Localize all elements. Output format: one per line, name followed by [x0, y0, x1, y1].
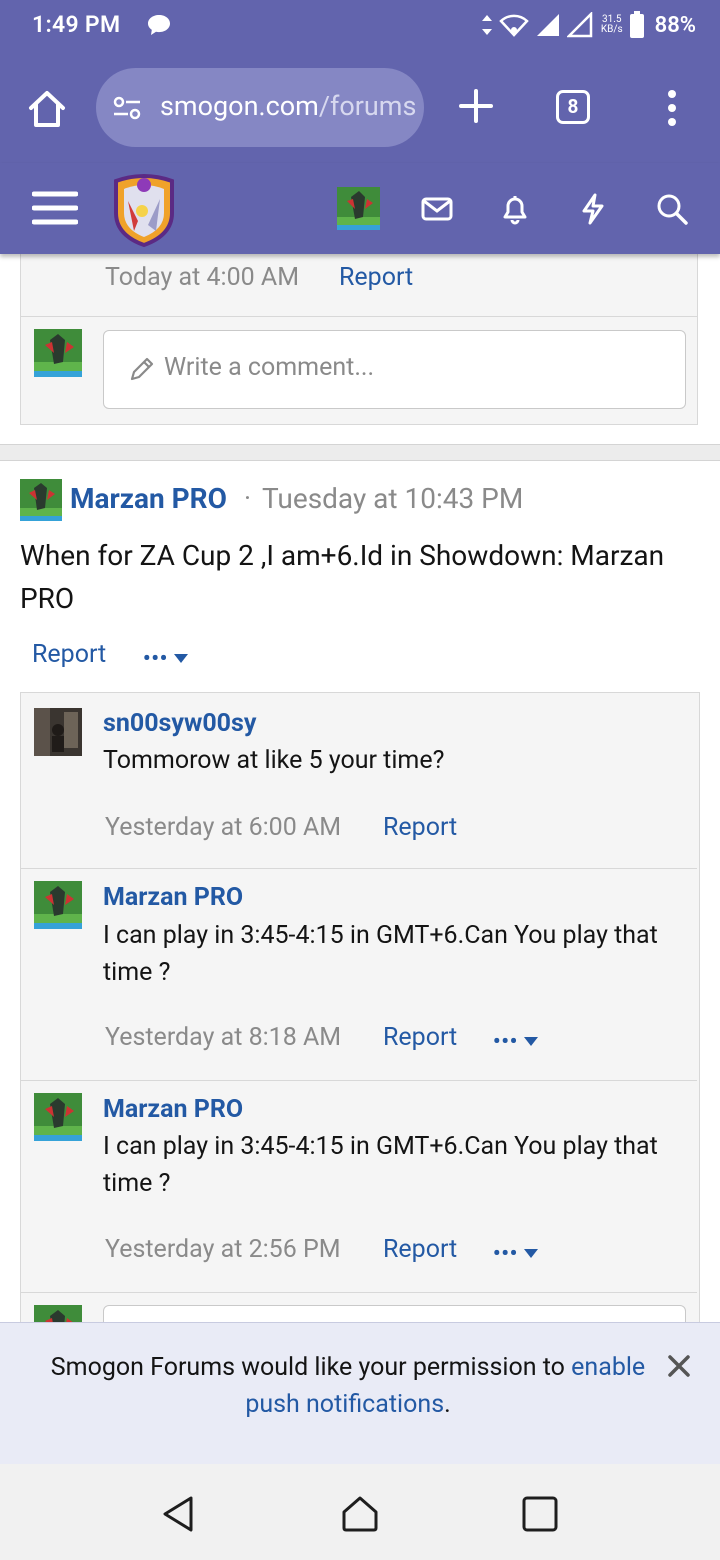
- post-more-menu[interactable]: •••: [143, 646, 189, 670]
- push-message: Smogon Forums would like your permission…: [50, 1353, 646, 1419]
- site-logo[interactable]: [108, 171, 180, 247]
- reply-report-link[interactable]: Report: [383, 813, 457, 842]
- post-report-link[interactable]: Report: [32, 640, 106, 669]
- wifi-icon: [499, 14, 529, 37]
- comment-avatar: [34, 1305, 82, 1322]
- back-icon[interactable]: [158, 1494, 198, 1534]
- post-author-avatar[interactable]: [20, 479, 62, 521]
- status-bar: 1:49 PM 31.5 KB/s 88%: [0, 0, 720, 50]
- browser-toolbar: smogon.com/forums 8: [0, 50, 720, 164]
- chevron-down-icon: [174, 653, 189, 663]
- home-nav-icon[interactable]: [340, 1494, 380, 1534]
- home-icon[interactable]: [26, 88, 68, 130]
- signal-2-icon: [566, 12, 593, 38]
- reply-comment-input[interactable]: [103, 1305, 686, 1322]
- reply-avatar[interactable]: [34, 881, 82, 929]
- post-body: When for ZA Cup 2 ,I am+6.Id in Showdown…: [20, 539, 665, 615]
- reply-more-menu[interactable]: •••: [493, 1241, 539, 1265]
- comment-timestamp: Today at 4:00 AM: [105, 263, 300, 292]
- reply-item: sn00syw00sy Tommorow at like 5 your time…: [21, 693, 699, 869]
- push-permission-banner: Smogon Forums would like your permission…: [0, 1322, 720, 1464]
- reply-more-menu[interactable]: •••: [493, 1029, 539, 1053]
- reply-report-link[interactable]: Report: [383, 1235, 457, 1264]
- address-bar[interactable]: smogon.com/forums: [96, 68, 424, 147]
- comment-avatar: [34, 329, 82, 377]
- tune-icon[interactable]: [112, 93, 142, 123]
- data-arrows-icon: [481, 15, 492, 35]
- system-nav-bar: [0, 1464, 720, 1560]
- reply-author[interactable]: Marzan PRO: [103, 883, 243, 912]
- reply-avatar[interactable]: [34, 1093, 82, 1141]
- post-timestamp[interactable]: Tuesday at 10:43 PM: [262, 482, 523, 515]
- bell-icon[interactable]: [498, 192, 532, 226]
- reply-timestamp: Yesterday at 8:18 AM: [105, 1023, 342, 1052]
- reply-timestamp: Yesterday at 2:56 PM: [105, 1235, 341, 1264]
- reply-item: Marzan PRO I can play in 3:45-4:15 in GM…: [21, 869, 699, 1081]
- chat-notification-icon: [148, 15, 170, 35]
- pencil-icon: [130, 357, 154, 381]
- battery-icon: [629, 11, 644, 38]
- page-content: Today at 4:00 AM Report Write a comment.…: [0, 254, 720, 1322]
- tab-switcher-button[interactable]: 8: [556, 90, 590, 124]
- network-speed: 31.5 KB/s: [600, 14, 623, 35]
- reply-item: Marzan PRO I can play in 3:45-4:15 in GM…: [21, 1081, 699, 1293]
- site-header: [0, 163, 720, 254]
- bolt-icon[interactable]: [576, 192, 610, 226]
- previous-comment-thread: Today at 4:00 AM Report Write a comment.…: [20, 254, 698, 425]
- meta-separator: ·: [244, 482, 252, 514]
- battery-percent: 88%: [654, 12, 696, 38]
- comment-input[interactable]: Write a comment...: [103, 330, 686, 409]
- reply-author[interactable]: sn00syw00sy: [103, 709, 256, 738]
- hamburger-icon[interactable]: [32, 190, 78, 226]
- status-time: 1:49 PM: [32, 11, 121, 38]
- comment-placeholder: Write a comment...: [164, 353, 375, 382]
- divider: [21, 316, 697, 317]
- reply-list: sn00syw00sy Tommorow at like 5 your time…: [20, 692, 700, 1322]
- post-author-name[interactable]: Marzan PRO: [70, 482, 227, 515]
- plus-icon[interactable]: [458, 88, 494, 124]
- chevron-down-icon: [524, 1036, 539, 1046]
- status-icons: 31.5 KB/s 88%: [481, 8, 696, 42]
- reply-timestamp: Yesterday at 6:00 AM: [105, 813, 342, 842]
- url-text[interactable]: smogon.com/forums: [160, 90, 416, 122]
- reply-avatar[interactable]: [34, 708, 82, 756]
- menu-dots-icon[interactable]: [664, 88, 680, 128]
- report-link[interactable]: Report: [339, 263, 413, 292]
- divider: [21, 1292, 697, 1293]
- close-icon[interactable]: [666, 1353, 692, 1379]
- search-icon[interactable]: [655, 192, 689, 226]
- user-avatar[interactable]: [337, 187, 380, 230]
- recents-icon[interactable]: [520, 1494, 560, 1534]
- signal-icon: [536, 14, 559, 36]
- reply-text: I can play in 3:45-4:15 in GMT+6.Can You…: [103, 1132, 658, 1198]
- reply-author[interactable]: Marzan PRO: [103, 1095, 243, 1124]
- post-separator: [0, 444, 720, 461]
- reply-text: Tommorow at like 5 your time?: [103, 746, 445, 775]
- chevron-down-icon: [524, 1248, 539, 1258]
- reply-text: I can play in 3:45-4:15 in GMT+6.Can You…: [103, 921, 658, 987]
- reply-report-link[interactable]: Report: [383, 1023, 457, 1052]
- mail-icon[interactable]: [420, 192, 454, 226]
